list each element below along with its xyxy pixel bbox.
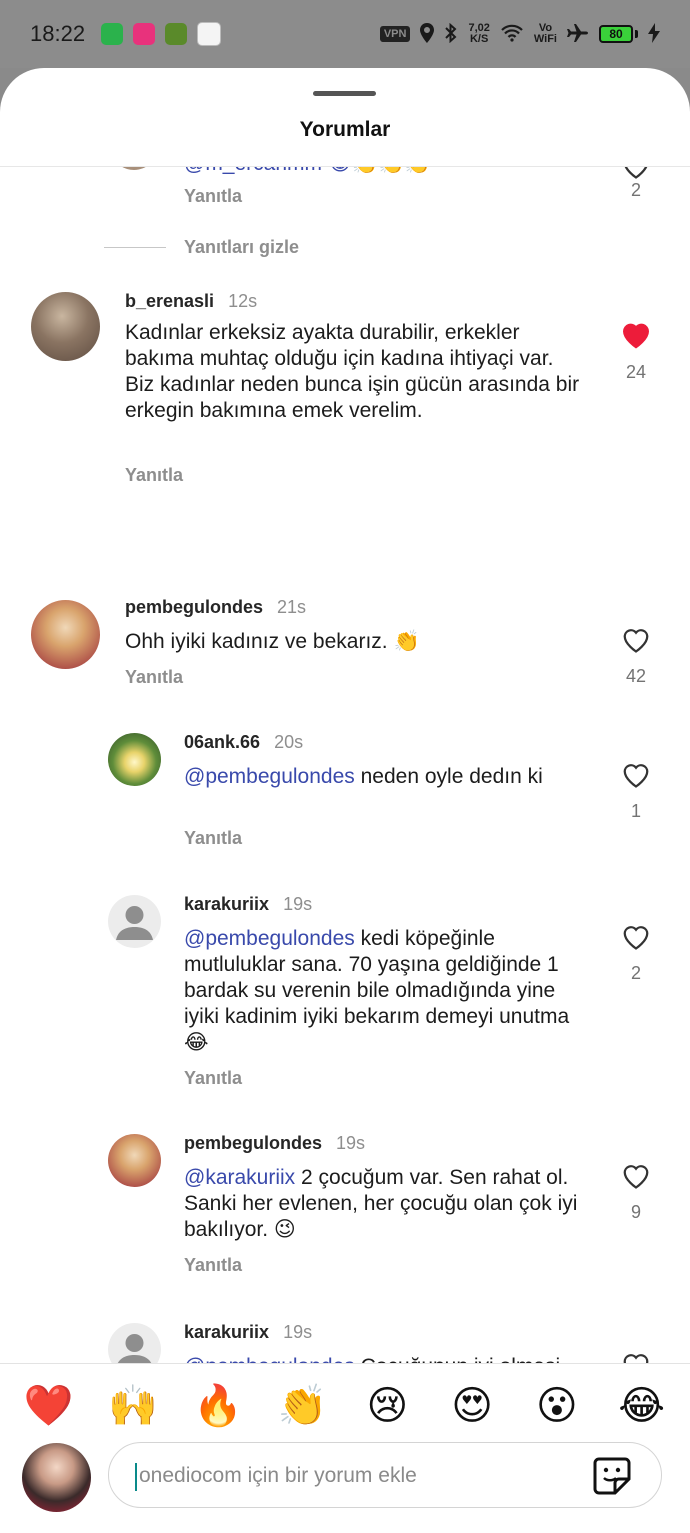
- airplane-icon: [567, 23, 589, 46]
- emoji-surprised-button[interactable]: 😮: [527, 1376, 587, 1436]
- comment-username[interactable]: 06ank.66 20s: [184, 732, 303, 753]
- heart-outline-icon: [623, 1354, 649, 1363]
- composer-divider: [0, 1363, 690, 1364]
- emoji-heart-eyes-button[interactable]: 😍: [442, 1376, 502, 1436]
- like-control[interactable]: 24: [616, 319, 656, 383]
- vpn-icon: VPN: [379, 26, 411, 42]
- comment-username[interactable]: pembegulondes 19s: [184, 1133, 365, 1154]
- avatar[interactable]: [108, 1134, 161, 1187]
- comment-time: 19s: [283, 1322, 313, 1342]
- heart-filled-icon: [622, 323, 650, 349]
- heart-outline-icon: [623, 629, 649, 653]
- comment-text: @pembegulondes neden oyle dedın ki: [184, 765, 543, 788]
- reply-button[interactable]: Yanıtla: [184, 1068, 242, 1089]
- like-control[interactable]: 2: [616, 167, 656, 201]
- mention-link[interactable]: @pembegulondes: [184, 927, 355, 950]
- like-control[interactable]: 2: [616, 922, 656, 984]
- reply-button[interactable]: Yanıtla: [184, 186, 242, 207]
- comment-username[interactable]: karakuriix 19s: [184, 1322, 312, 1343]
- avatar[interactable]: [108, 733, 161, 786]
- comment-username[interactable]: karakuriix 19s: [184, 894, 312, 915]
- avatar[interactable]: [108, 1323, 161, 1363]
- comment-text: Kadınlar erkeksiz ayakta durabilir, erke…: [125, 321, 580, 422]
- like-control[interactable]: 9: [616, 1161, 656, 1223]
- store-notification-icon: [197, 22, 222, 46]
- game-notification-icon: [165, 23, 188, 45]
- mention-link[interactable]: @karakuriix: [184, 1166, 295, 1189]
- app-notification-icon: [133, 23, 156, 45]
- reply-button[interactable]: Yanıtla: [184, 828, 242, 849]
- whatsapp-icon: [101, 23, 124, 45]
- reply-button[interactable]: Yanıtla: [184, 1255, 242, 1276]
- vowifi-icon: Vo WiFi: [533, 22, 557, 45]
- comment-text: Ohh iyiki kadınız ve bekarız. 👏: [125, 630, 420, 653]
- like-count: 2: [630, 963, 641, 983]
- like-control[interactable]: 1: [616, 760, 656, 822]
- quick-emoji-bar: ❤️ 🙌 🔥 👏 😢 😍 😮 😂: [0, 1376, 690, 1436]
- comment-time: 19s: [283, 894, 313, 914]
- emoji-raised-hands-button[interactable]: 🙌: [103, 1376, 163, 1436]
- comments-sheet: Yorumlar @m_ercanmm 😂👏👏👏 Yanıtla 2 Yanıt…: [0, 68, 690, 1533]
- default-avatar-icon: [117, 1334, 152, 1363]
- bluetooth-icon: [444, 22, 458, 46]
- emoji-crying-button[interactable]: 😢: [357, 1376, 417, 1436]
- my-avatar: [22, 1443, 91, 1512]
- like-count: 1: [630, 801, 641, 821]
- comment-input[interactable]: [137, 1443, 581, 1509]
- comment-time: 21s: [277, 597, 307, 617]
- comment-username[interactable]: pembegulondes 21s: [125, 597, 306, 618]
- sheet-title: Yorumlar: [299, 118, 391, 141]
- sticker-icon[interactable]: [591, 1455, 633, 1497]
- emoji-clap-button[interactable]: 👏: [273, 1376, 333, 1436]
- reply-button[interactable]: Yanıtla: [125, 667, 183, 688]
- like-count: 2: [630, 180, 641, 200]
- comment-text: @m_ercanmm 😂👏👏👏: [184, 167, 584, 177]
- status-time: 18:22: [30, 21, 86, 46]
- comment-text: @pembegulondes Çocuğunun iyi olmasi seni…: [184, 1354, 584, 1363]
- like-control[interactable]: 42: [616, 625, 656, 687]
- mention-link[interactable]: @pembegulondes: [184, 1355, 355, 1363]
- heart-outline-icon: [623, 926, 649, 950]
- heart-outline-icon: [623, 764, 649, 788]
- comment-text: @karakuriix 2 çocuğum var. Sen rahat ol.…: [184, 1166, 578, 1241]
- reply-button[interactable]: Yanıtla: [125, 465, 183, 486]
- divider-line: [104, 247, 166, 248]
- mention-link[interactable]: @pembegulondes: [184, 765, 355, 788]
- drag-handle[interactable]: [313, 91, 376, 96]
- network-speed: 7,02 K/S: [468, 22, 490, 45]
- hide-replies-button[interactable]: Yanıtları gizle: [104, 237, 299, 258]
- emoji-fire-button[interactable]: 🔥: [188, 1376, 248, 1436]
- heart-outline-icon: [624, 167, 648, 179]
- like-count: 24: [625, 362, 647, 382]
- comments-list[interactable]: @m_ercanmm 😂👏👏👏 Yanıtla 2 Yanıtları gizl…: [0, 167, 690, 1363]
- avatar[interactable]: [108, 895, 161, 948]
- like-control[interactable]: 1: [616, 1350, 656, 1363]
- emoji-heart-button[interactable]: ❤️: [18, 1376, 78, 1436]
- battery-icon: 80: [599, 25, 638, 43]
- status-bar: 18:22 VPN 7,02 K/S Vo WiFi 80: [0, 0, 690, 68]
- comment-input-wrapper[interactable]: [108, 1442, 662, 1509]
- home-indicator-area: [0, 1520, 690, 1533]
- comment-username[interactable]: b_erenasli 12s: [125, 291, 257, 312]
- hide-replies-label: Yanıtları gizle: [184, 237, 300, 257]
- default-avatar-icon: [116, 906, 153, 940]
- like-count: 9: [630, 1202, 641, 1222]
- comment-time: 20s: [274, 732, 304, 752]
- comment-composer: [22, 1442, 668, 1512]
- avatar[interactable]: [31, 292, 100, 361]
- like-count: 42: [625, 666, 647, 686]
- avatar[interactable]: [31, 600, 100, 669]
- comment-time: 19s: [336, 1133, 366, 1153]
- comment-text: @pembegulondes kedi köpeğinle mutlulukla…: [184, 927, 570, 1054]
- wifi-icon: [500, 24, 524, 45]
- comment-time: 12s: [228, 291, 258, 311]
- charging-icon: [648, 22, 660, 46]
- location-icon: [420, 22, 435, 46]
- heart-outline-icon: [623, 1165, 649, 1189]
- avatar[interactable]: [110, 167, 158, 170]
- emoji-laughing-button[interactable]: 😂: [612, 1376, 672, 1436]
